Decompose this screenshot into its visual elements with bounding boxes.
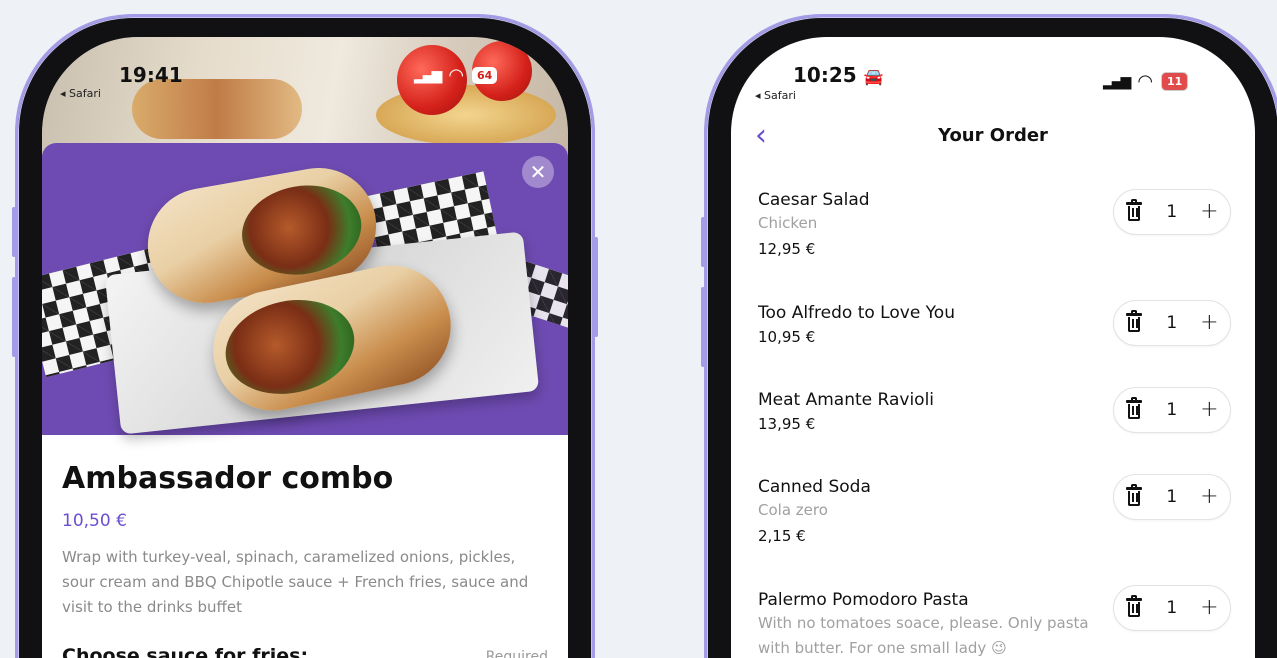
trash-icon[interactable]	[1125, 199, 1143, 222]
battery-icon: 64	[472, 67, 498, 84]
signal-icon: ▂▄▆	[1103, 73, 1131, 90]
plus-icon[interactable]: +	[1200, 486, 1218, 508]
plus-icon[interactable]: +	[1200, 201, 1218, 223]
trash-icon[interactable]	[1125, 397, 1143, 420]
quantity-value: 1	[1166, 598, 1178, 618]
quantity-stepper: 1 +	[1113, 189, 1231, 235]
quantity-value: 1	[1166, 400, 1178, 420]
signal-icon: ▂▄▆	[414, 67, 442, 84]
product-title: Ambassador combo	[62, 461, 394, 496]
sauce-section-heading: Choose sauce for fries:	[62, 645, 309, 658]
required-badge: Required	[485, 649, 548, 658]
background-wrap-image	[132, 79, 302, 139]
product-detail-screen: 19:41 ◂ Safari ▂▄▆ ◠ 64 ✕ Ambassador com…	[42, 37, 568, 658]
product-description: Wrap with turkey-veal, spinach, carameli…	[62, 548, 529, 616]
item-note: Cola zero	[758, 501, 828, 519]
quantity-stepper: 1 +	[1113, 300, 1231, 346]
quantity-value: 1	[1166, 487, 1178, 507]
status-time-text: 10:25	[793, 63, 857, 87]
car-icon: 🚘	[863, 67, 884, 86]
side-button	[12, 277, 16, 357]
side-button	[594, 237, 598, 337]
order-screen: 10:25 🚘 ◂ Safari ▂▄▆ ◠ 11 ‹ Your Order C…	[731, 37, 1255, 658]
status-time: 19:41	[119, 63, 183, 87]
wifi-icon: ◠	[448, 65, 465, 86]
trash-icon[interactable]	[1125, 310, 1143, 333]
wrap-filling	[216, 288, 364, 406]
quantity-value: 1	[1166, 202, 1178, 222]
order-item: Meat Amante Ravioli 13,95 € 1 +	[758, 387, 1231, 437]
order-item: Canned Soda Cola zero 2,15 € 1 +	[758, 474, 1231, 549]
plus-icon[interactable]: +	[1200, 312, 1218, 334]
order-item: Too Alfredo to Love You 10,95 € 1 +	[758, 300, 1231, 350]
quantity-value: 1	[1166, 313, 1178, 333]
quantity-stepper: 1 +	[1113, 585, 1231, 631]
plus-icon[interactable]: +	[1200, 399, 1218, 421]
status-icons: ▂▄▆ ◠ 64	[414, 65, 498, 86]
item-price: 2,15 €	[758, 527, 806, 545]
safari-back-link[interactable]: ◂ Safari	[60, 87, 101, 100]
phone-left: 19:41 ◂ Safari ▂▄▆ ◠ 64 ✕ Ambassador com…	[12, 14, 598, 658]
item-note: Chicken	[758, 214, 818, 232]
trash-icon[interactable]	[1125, 484, 1143, 507]
close-button[interactable]: ✕	[522, 156, 554, 188]
wifi-icon: ◠	[1137, 71, 1154, 92]
order-item: Caesar Salad Chicken 12,95 € 1 +	[758, 189, 1231, 262]
side-button	[701, 217, 705, 267]
page-title: Your Order	[938, 125, 1048, 146]
order-item: Palermo Pomodoro Pasta With no tomatoes …	[758, 585, 1231, 658]
side-button	[12, 207, 16, 257]
wrap-filling	[234, 176, 369, 284]
plus-icon[interactable]: +	[1200, 597, 1218, 619]
phone-right: 10:25 🚘 ◂ Safari ▂▄▆ ◠ 11 ‹ Your Order C…	[701, 14, 1277, 658]
item-note: With no tomatoes soace, please. Only pas…	[758, 614, 1089, 657]
safari-back-link[interactable]: ◂ Safari	[755, 89, 796, 102]
product-hero-image	[42, 143, 568, 435]
product-sheet: ✕ Ambassador combo 10,50 € Wrap with tur…	[42, 143, 568, 658]
product-price: 10,50 €	[62, 511, 127, 531]
status-icons: ▂▄▆ ◠ 11	[1103, 71, 1189, 92]
trash-icon[interactable]	[1125, 595, 1143, 618]
side-button	[701, 287, 705, 367]
item-price: 12,95 €	[758, 240, 816, 258]
status-time: 10:25 🚘	[793, 63, 884, 87]
battery-icon: 11	[1161, 72, 1189, 91]
quantity-stepper: 1 +	[1113, 387, 1231, 433]
quantity-stepper: 1 +	[1113, 474, 1231, 520]
